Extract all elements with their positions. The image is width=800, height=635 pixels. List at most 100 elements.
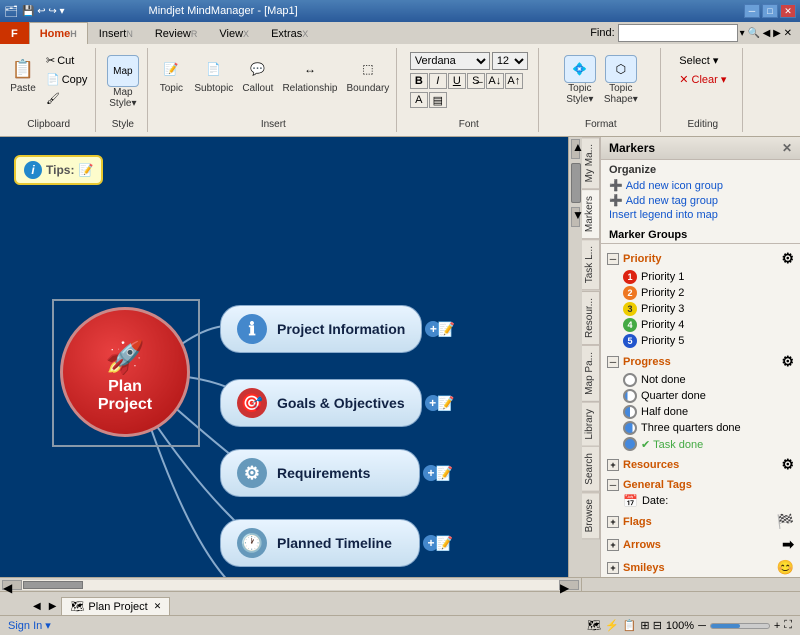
branch-goals-label: Goals & Objectives xyxy=(277,395,405,411)
progress-group-header[interactable]: ─ Progress ⚙ xyxy=(605,351,796,372)
general-tags-group-header[interactable]: ─ General Tags xyxy=(605,477,796,493)
clear-button[interactable]: ✕ Clear ▾ xyxy=(675,71,730,88)
relationship-button[interactable]: ↔ Relationship xyxy=(279,52,340,97)
central-node[interactable]: 🚀 PlanProject xyxy=(60,307,190,437)
side-tab-library[interactable]: Library xyxy=(582,402,600,447)
boundary-button[interactable]: ⬚ Boundary xyxy=(344,52,393,97)
tab-file[interactable]: F xyxy=(0,22,29,44)
tab-extras[interactable]: Extras X xyxy=(260,22,319,44)
branch-requirements-note[interactable]: 📝 xyxy=(436,465,453,482)
tab-insert[interactable]: Insert N xyxy=(88,22,144,44)
topic-shape-button[interactable]: ⬡ TopicShape▾ xyxy=(601,52,641,108)
plan-project-tab[interactable]: 🗺 Plan Project ✕ xyxy=(61,597,170,615)
select-button[interactable]: Select ▾ xyxy=(675,52,730,69)
vertical-scrollbar[interactable]: ▲ ▼ xyxy=(568,137,582,577)
scroll-thumb-h[interactable] xyxy=(23,581,83,589)
tab-review[interactable]: Review R xyxy=(144,22,209,44)
markers-panel-close[interactable]: ✕ xyxy=(782,141,792,155)
branch-goals-note[interactable]: 📝 xyxy=(437,395,454,412)
smileys-group-header[interactable]: + Smileys 😊 xyxy=(605,557,796,577)
minimize-button[interactable]: ─ xyxy=(744,4,760,18)
tab-home[interactable]: Home H xyxy=(29,22,88,44)
zoom-slider[interactable] xyxy=(710,623,770,629)
resources-group-header[interactable]: + Resources ⚙ xyxy=(605,454,796,475)
side-tab-mapparts[interactable]: Map Pa... xyxy=(582,345,600,402)
style-group: Map MapStyle▾ Style xyxy=(98,48,148,132)
maximize-button[interactable]: □ xyxy=(762,4,778,18)
branch-timeline[interactable]: 🕐 Planned Timeline + 📝 xyxy=(220,519,420,567)
branch-project-info-note[interactable]: 📝 xyxy=(438,321,455,338)
sign-in-button[interactable]: Sign In ▾ xyxy=(8,619,51,632)
priority-3-item[interactable]: 3 Priority 3 xyxy=(605,301,796,317)
tab-map-icon: 🗺 xyxy=(70,600,84,613)
insert-legend-link[interactable]: Insert legend into map xyxy=(609,209,792,221)
side-tab-markers[interactable]: Markers xyxy=(582,189,600,239)
tab-prev-button[interactable]: ◀ xyxy=(30,601,44,612)
three-quarters-done-item[interactable]: Three quarters done xyxy=(605,420,796,436)
font-family-select[interactable]: Verdana xyxy=(410,52,490,70)
branch-project-info[interactable]: ℹ Project Information + 📝 xyxy=(220,305,422,353)
underline-button[interactable]: U xyxy=(448,73,466,89)
increase-font-button[interactable]: A↑ xyxy=(505,73,523,89)
topic-label: Topic xyxy=(160,83,183,94)
side-tab-resources[interactable]: Resour... xyxy=(582,291,600,345)
bold-button[interactable]: B xyxy=(410,73,428,89)
not-done-item[interactable]: Not done xyxy=(605,372,796,388)
arrows-group-header[interactable]: + Arrows ➡ xyxy=(605,534,796,555)
map-style-button[interactable]: Map MapStyle▾ xyxy=(104,52,142,112)
progress-group: ─ Progress ⚙ Not done Quarter done Half … xyxy=(605,351,796,452)
scroll-up-arrow[interactable]: ▲ xyxy=(571,139,580,159)
side-tab-tasks[interactable]: Task L... xyxy=(582,239,600,290)
scroll-thumb-v[interactable] xyxy=(571,163,581,203)
topic-shape-label: TopicShape▾ xyxy=(604,83,638,105)
side-tab-mymap[interactable]: My Ma... xyxy=(582,137,600,189)
close-button[interactable]: ✕ xyxy=(780,4,796,18)
copy-button[interactable]: 📄 Copy xyxy=(42,71,91,88)
horizontal-scrollbar[interactable]: ◀ ▶ xyxy=(0,578,582,591)
priority-2-item[interactable]: 2 Priority 2 xyxy=(605,285,796,301)
paste-button[interactable]: 📋 Paste xyxy=(6,52,40,97)
format-painter-button[interactable]: 🖌 xyxy=(42,90,91,107)
tab-close-icon[interactable]: ✕ xyxy=(154,601,162,612)
zoom-in-button[interactable]: + xyxy=(774,620,780,632)
subtopic-button[interactable]: 📄 Subtopic xyxy=(191,52,236,97)
add-tag-group-link[interactable]: ➕ Add new tag group xyxy=(609,194,792,207)
zoom-out-button[interactable]: ─ xyxy=(698,620,706,632)
cut-icon: ✂ xyxy=(46,54,55,67)
half-done-item[interactable]: Half done xyxy=(605,404,796,420)
fit-button[interactable]: ⛶ xyxy=(784,619,792,632)
view-toggle[interactable]: ⊞ ⊟ xyxy=(640,619,662,632)
tab-next-button[interactable]: ▶ xyxy=(46,601,60,612)
italic-button[interactable]: I xyxy=(429,73,447,89)
date-item[interactable]: 📅 Date: xyxy=(605,493,796,509)
strikethrough-button[interactable]: S̶ xyxy=(467,73,485,89)
callout-button[interactable]: 💬 Callout xyxy=(239,52,276,97)
add-tag-group-icon: ➕ xyxy=(609,194,623,207)
flags-group-header[interactable]: + Flags 🏁 xyxy=(605,511,796,532)
priority-5-item[interactable]: 5 Priority 5 xyxy=(605,333,796,349)
font-size-select[interactable]: 12 xyxy=(492,52,528,70)
branch-goals[interactable]: 🎯 Goals & Objectives + 📝 xyxy=(220,379,422,427)
priority-4-item[interactable]: 4 Priority 4 xyxy=(605,317,796,333)
scroll-left-arrow[interactable]: ◀ xyxy=(2,580,22,590)
task-done-item[interactable]: ✔ Task done xyxy=(605,436,796,452)
font-color-button[interactable]: A xyxy=(410,92,428,108)
branch-timeline-note[interactable]: 📝 xyxy=(436,535,453,552)
cut-button[interactable]: ✂ Cut xyxy=(42,52,91,69)
side-tab-browse[interactable]: Browse xyxy=(582,492,600,539)
find-input[interactable] xyxy=(618,24,738,42)
add-icon-group-link[interactable]: ➕ Add new icon group xyxy=(609,179,792,192)
priority-1-item[interactable]: 1 Priority 1 xyxy=(605,269,796,285)
tab-view[interactable]: View X xyxy=(208,22,260,44)
scroll-right-arrow[interactable]: ▶ xyxy=(559,580,579,590)
highlight-button[interactable]: ▤ xyxy=(429,92,447,108)
scroll-down-arrow[interactable]: ▼ xyxy=(571,207,580,227)
side-tab-search[interactable]: Search xyxy=(582,446,600,492)
topic-style-button[interactable]: 💠 TopicStyle▾ xyxy=(561,52,599,108)
branch-requirements[interactable]: ⚙ Requirements + 📝 xyxy=(220,449,420,497)
canvas[interactable]: ▲ ▼ i Tips: 📝 🚀 PlanProject xyxy=(0,137,582,577)
decrease-font-button[interactable]: A↓ xyxy=(486,73,504,89)
priority-group-header[interactable]: ─ Priority ⚙ xyxy=(605,248,796,269)
topic-button[interactable]: 📝 Topic xyxy=(154,52,188,97)
quarter-done-item[interactable]: Quarter done xyxy=(605,388,796,404)
